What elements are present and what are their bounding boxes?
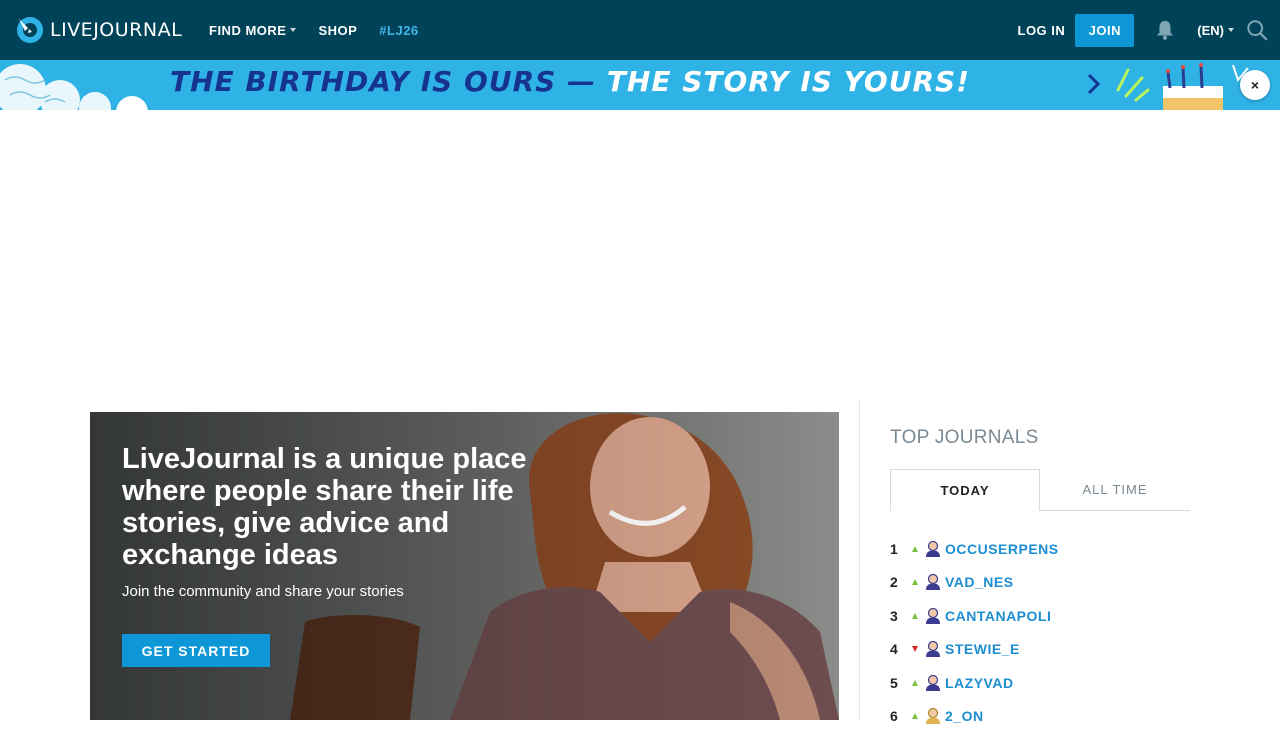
user-icon[interactable] [925, 540, 941, 558]
tab-all-time[interactable]: ALL TIME [1040, 469, 1190, 511]
journal-rank: 6 [890, 708, 904, 724]
nav-find-more[interactable]: FIND MORE [209, 23, 296, 38]
nav-shop[interactable]: SHOP [318, 23, 357, 38]
close-banner-button[interactable]: × [1240, 70, 1270, 100]
logo-text: LIVEJOURNAL [50, 19, 182, 41]
user-icon[interactable] [925, 707, 941, 725]
journal-username[interactable]: STEWIE_E [945, 641, 1020, 657]
trend-up-icon [904, 713, 925, 719]
journal-row: 2 VAD_NES [890, 566, 1190, 600]
sidebar-divider [859, 400, 860, 720]
journal-username[interactable]: LAZYVAD [945, 675, 1014, 691]
language-label: (EN) [1197, 23, 1224, 38]
journal-row: 1 OCCUSERPENS [890, 532, 1190, 566]
top-navigation-bar: LIVEJOURNAL FIND MORE SHOP #LJ26 LOG IN … [0, 0, 1280, 60]
get-started-button[interactable]: GET STARTED [122, 634, 270, 667]
user-icon[interactable] [925, 640, 941, 658]
user-icon[interactable] [925, 674, 941, 692]
join-button[interactable]: JOIN [1075, 14, 1134, 47]
tab-today[interactable]: TODAY [890, 469, 1040, 511]
livejournal-logo[interactable]: LIVEJOURNAL [16, 15, 182, 45]
journal-rank: 2 [890, 574, 904, 590]
top-journals-tabs: TODAY ALL TIME [890, 469, 1190, 511]
journal-row: 5 LAZYVAD [890, 666, 1190, 700]
trend-up-icon [904, 680, 925, 686]
trend-down-icon [904, 646, 925, 652]
user-icon[interactable] [925, 607, 941, 625]
banner-headline-part2: THE STORY IS YOURS! [607, 65, 970, 98]
birthday-cake-decoration [1108, 60, 1258, 110]
hero-subtitle: Join the community and share your storie… [122, 583, 404, 600]
chevron-down-icon [290, 28, 296, 32]
journal-username[interactable]: 2_ON [945, 708, 984, 724]
cloud-decoration [0, 60, 160, 110]
main-nav: FIND MORE SHOP #LJ26 [209, 0, 441, 60]
top-journals-list: 1 OCCUSERPENS 2 VAD_NES 3 CANTANAPOLI 4 … [890, 532, 1190, 733]
search-icon[interactable] [1246, 19, 1268, 41]
header-actions: LOG IN JOIN (EN) [1018, 0, 1280, 60]
trend-up-icon [904, 613, 925, 619]
journal-row: 6 2_ON [890, 700, 1190, 733]
nav-lj26-tag[interactable]: #LJ26 [379, 23, 418, 38]
language-selector[interactable]: (EN) [1197, 23, 1234, 38]
journal-rank: 1 [890, 541, 904, 557]
top-journals-title: TOP JOURNALS [890, 427, 1039, 449]
livejournal-pencil-icon [16, 16, 44, 44]
bell-icon[interactable] [1154, 19, 1176, 41]
chevron-down-icon [1228, 28, 1234, 32]
journal-rank: 5 [890, 675, 904, 691]
chevron-right-icon [1086, 72, 1102, 96]
nav-find-more-label: FIND MORE [209, 23, 286, 38]
banner-headline: THE BIRTHDAY IS OURS — THE STORY IS YOUR… [170, 65, 970, 98]
journal-username[interactable]: VAD_NES [945, 574, 1014, 590]
user-icon[interactable] [925, 573, 941, 591]
login-button[interactable]: LOG IN [1018, 23, 1066, 38]
journal-username[interactable]: CANTANAPOLI [945, 608, 1051, 624]
trend-up-icon [904, 546, 925, 552]
promo-banner[interactable]: THE BIRTHDAY IS OURS — THE STORY IS YOUR… [0, 60, 1280, 110]
journal-username[interactable]: OCCUSERPENS [945, 541, 1059, 557]
banner-headline-part1: THE BIRTHDAY IS OURS — [170, 65, 607, 98]
journal-row: 3 CANTANAPOLI [890, 599, 1190, 633]
hero-section: LiveJournal is a unique place where peop… [90, 412, 839, 720]
journal-row: 4 STEWIE_E [890, 633, 1190, 667]
journal-rank: 3 [890, 608, 904, 624]
trend-up-icon [904, 579, 925, 585]
hero-title: LiveJournal is a unique place where peop… [122, 443, 562, 571]
journal-rank: 4 [890, 641, 904, 657]
